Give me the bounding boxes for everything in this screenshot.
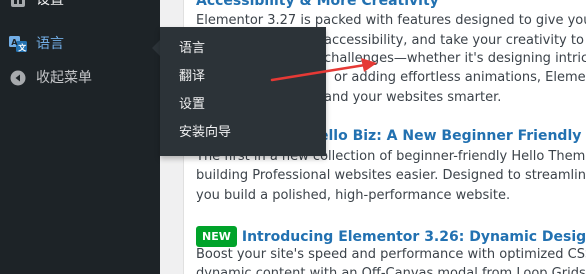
admin-sidebar: 设置 A 文 语言 收起菜单: [0, 0, 160, 274]
translate-icon: A 文: [9, 35, 27, 53]
language-submenu: 语言 翻译 设置 安装向导: [160, 27, 326, 156]
post-title-row: NEW Introducing Elementor 3.26: Dynamic D…: [196, 226, 586, 247]
flyout-pointer: [152, 40, 160, 56]
sidebar-item-settings[interactable]: 设置: [0, 0, 160, 17]
post-excerpt-line: you build a polished, high-performance w…: [196, 188, 511, 203]
collapse-icon: [9, 69, 27, 87]
submenu-item-translations[interactable]: 翻译: [179, 68, 205, 86]
post-title-link[interactable]: ello Biz: A New Beginner Friendly WordPr: [319, 127, 586, 146]
sidebar-item-label: 设置: [36, 0, 64, 8]
sidebar-item-label: 语言: [36, 36, 64, 52]
sidebar-item-label: 收起菜单: [36, 70, 92, 86]
submenu-item-language[interactable]: 语言: [179, 40, 205, 58]
post-excerpt-line: building Professional websites easier. D…: [196, 168, 586, 183]
settings-icon: [9, 0, 27, 9]
post-excerpt-line: and your websites smarter.: [324, 90, 502, 105]
post-title-link[interactable]: Accessibility & More Creativity: [196, 0, 439, 11]
post-excerpt-line: accessibility, and take your creativity …: [324, 33, 586, 48]
submenu-item-setup-wizard[interactable]: 安装向导: [179, 124, 231, 142]
new-badge: NEW: [196, 226, 237, 247]
submenu-item-settings[interactable]: 设置: [179, 96, 205, 114]
post-excerpt-line: dynamic content with an Off-Canvas modal…: [196, 266, 586, 274]
sidebar-item-language[interactable]: A 文 语言: [0, 27, 160, 61]
post-excerpt-line: challenges—whether it's designing intric…: [324, 51, 586, 66]
svg-text:文: 文: [18, 42, 27, 52]
post-title-link[interactable]: Introducing Elementor 3.26: Dynamic Desi…: [242, 229, 586, 245]
post-excerpt-line: Boost your site's speed and performance …: [196, 247, 586, 262]
collapse-menu-button[interactable]: 收起菜单: [0, 61, 160, 95]
post-excerpt-line: or adding effortless animations, Element…: [334, 70, 586, 85]
